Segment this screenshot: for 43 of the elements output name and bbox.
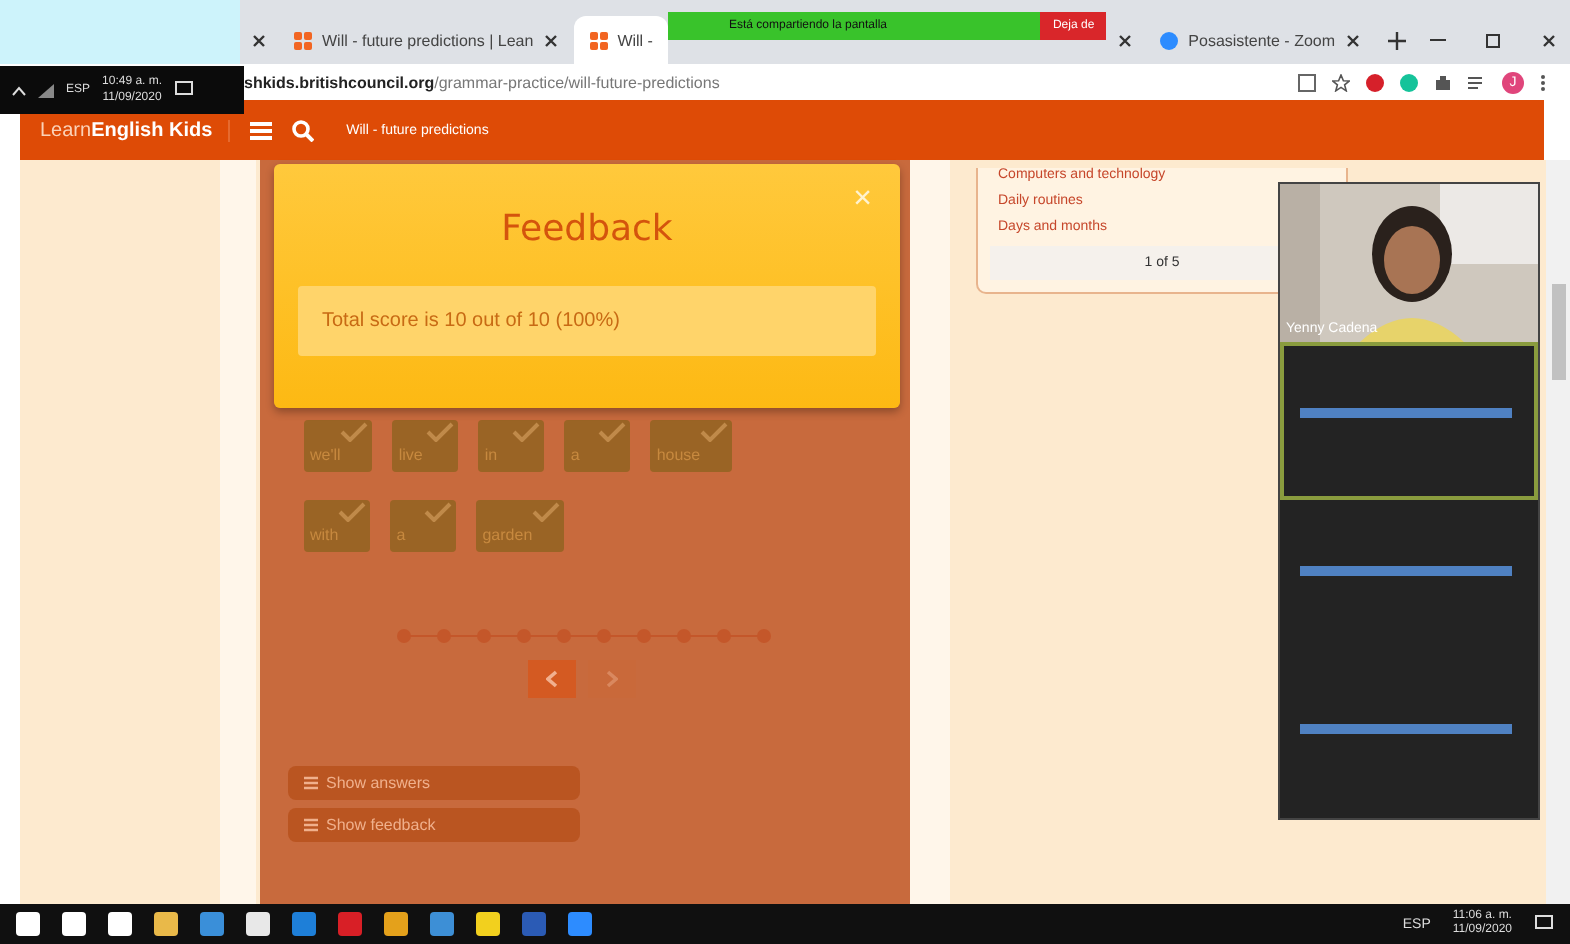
- close-icon[interactable]: [1345, 33, 1360, 47]
- menu-icon[interactable]: [250, 121, 273, 139]
- notification-icon[interactable]: [1534, 914, 1554, 934]
- browser-tab[interactable]: Will -: [573, 16, 669, 64]
- address-bar[interactable]: shkids.britishcouncil.org/grammar-practice/will-future-predictions: [244, 73, 1282, 91]
- taskbar-app-icon[interactable]: [430, 912, 454, 936]
- chevron-right-icon: [606, 670, 618, 688]
- close-icon[interactable]: [252, 33, 266, 47]
- close-icon[interactable]: [543, 33, 558, 47]
- action-button[interactable]: Show answers: [288, 766, 580, 800]
- search-icon[interactable]: [292, 119, 315, 141]
- action-button[interactable]: Show feedback: [288, 808, 580, 842]
- site-icon: [589, 31, 608, 49]
- list-icon: [304, 818, 318, 832]
- taskbar-app-icon[interactable]: [246, 912, 270, 936]
- site-logo[interactable]: LearnEnglish Kids: [40, 119, 231, 141]
- taskbar-app-icon[interactable]: [568, 912, 592, 936]
- taskbar-app-icon[interactable]: [154, 912, 178, 936]
- chevron-up-icon[interactable]: [12, 85, 26, 95]
- restore-icon[interactable]: [1485, 32, 1502, 48]
- reading-list-icon[interactable]: [1468, 73, 1486, 91]
- dialog-title: Feedback: [501, 208, 673, 250]
- chevron-left-icon: [546, 670, 558, 688]
- taskbar-app-icon[interactable]: [476, 912, 500, 936]
- taskbar-app-icon[interactable]: [200, 912, 224, 936]
- browser-tab[interactable]: Will - future predictions | Lean: [278, 16, 574, 64]
- notification-icon[interactable]: [174, 80, 195, 100]
- scrollbar[interactable]: [1546, 160, 1570, 904]
- site-icon: [294, 31, 312, 49]
- taskbar-app-icon[interactable]: [62, 912, 86, 936]
- taskbar-app-icon[interactable]: [16, 912, 40, 936]
- star-icon[interactable]: [1332, 73, 1350, 91]
- close-icon[interactable]: [1118, 33, 1133, 47]
- participant-tile[interactable]: [1280, 342, 1538, 500]
- list-icon: [304, 776, 318, 790]
- new-tab-icon[interactable]: [1387, 31, 1406, 49]
- previous-button[interactable]: [528, 660, 576, 698]
- browser-tab[interactable]: Posasistente - Zoom: [1144, 16, 1376, 64]
- close-icon[interactable]: [1541, 33, 1556, 47]
- taskbar-app-icon[interactable]: [108, 912, 132, 936]
- taskbar-app-icon[interactable]: [384, 912, 408, 936]
- menu-icon[interactable]: [1540, 73, 1546, 91]
- score-message: Total score is 10 out of 10 (100%): [298, 286, 876, 356]
